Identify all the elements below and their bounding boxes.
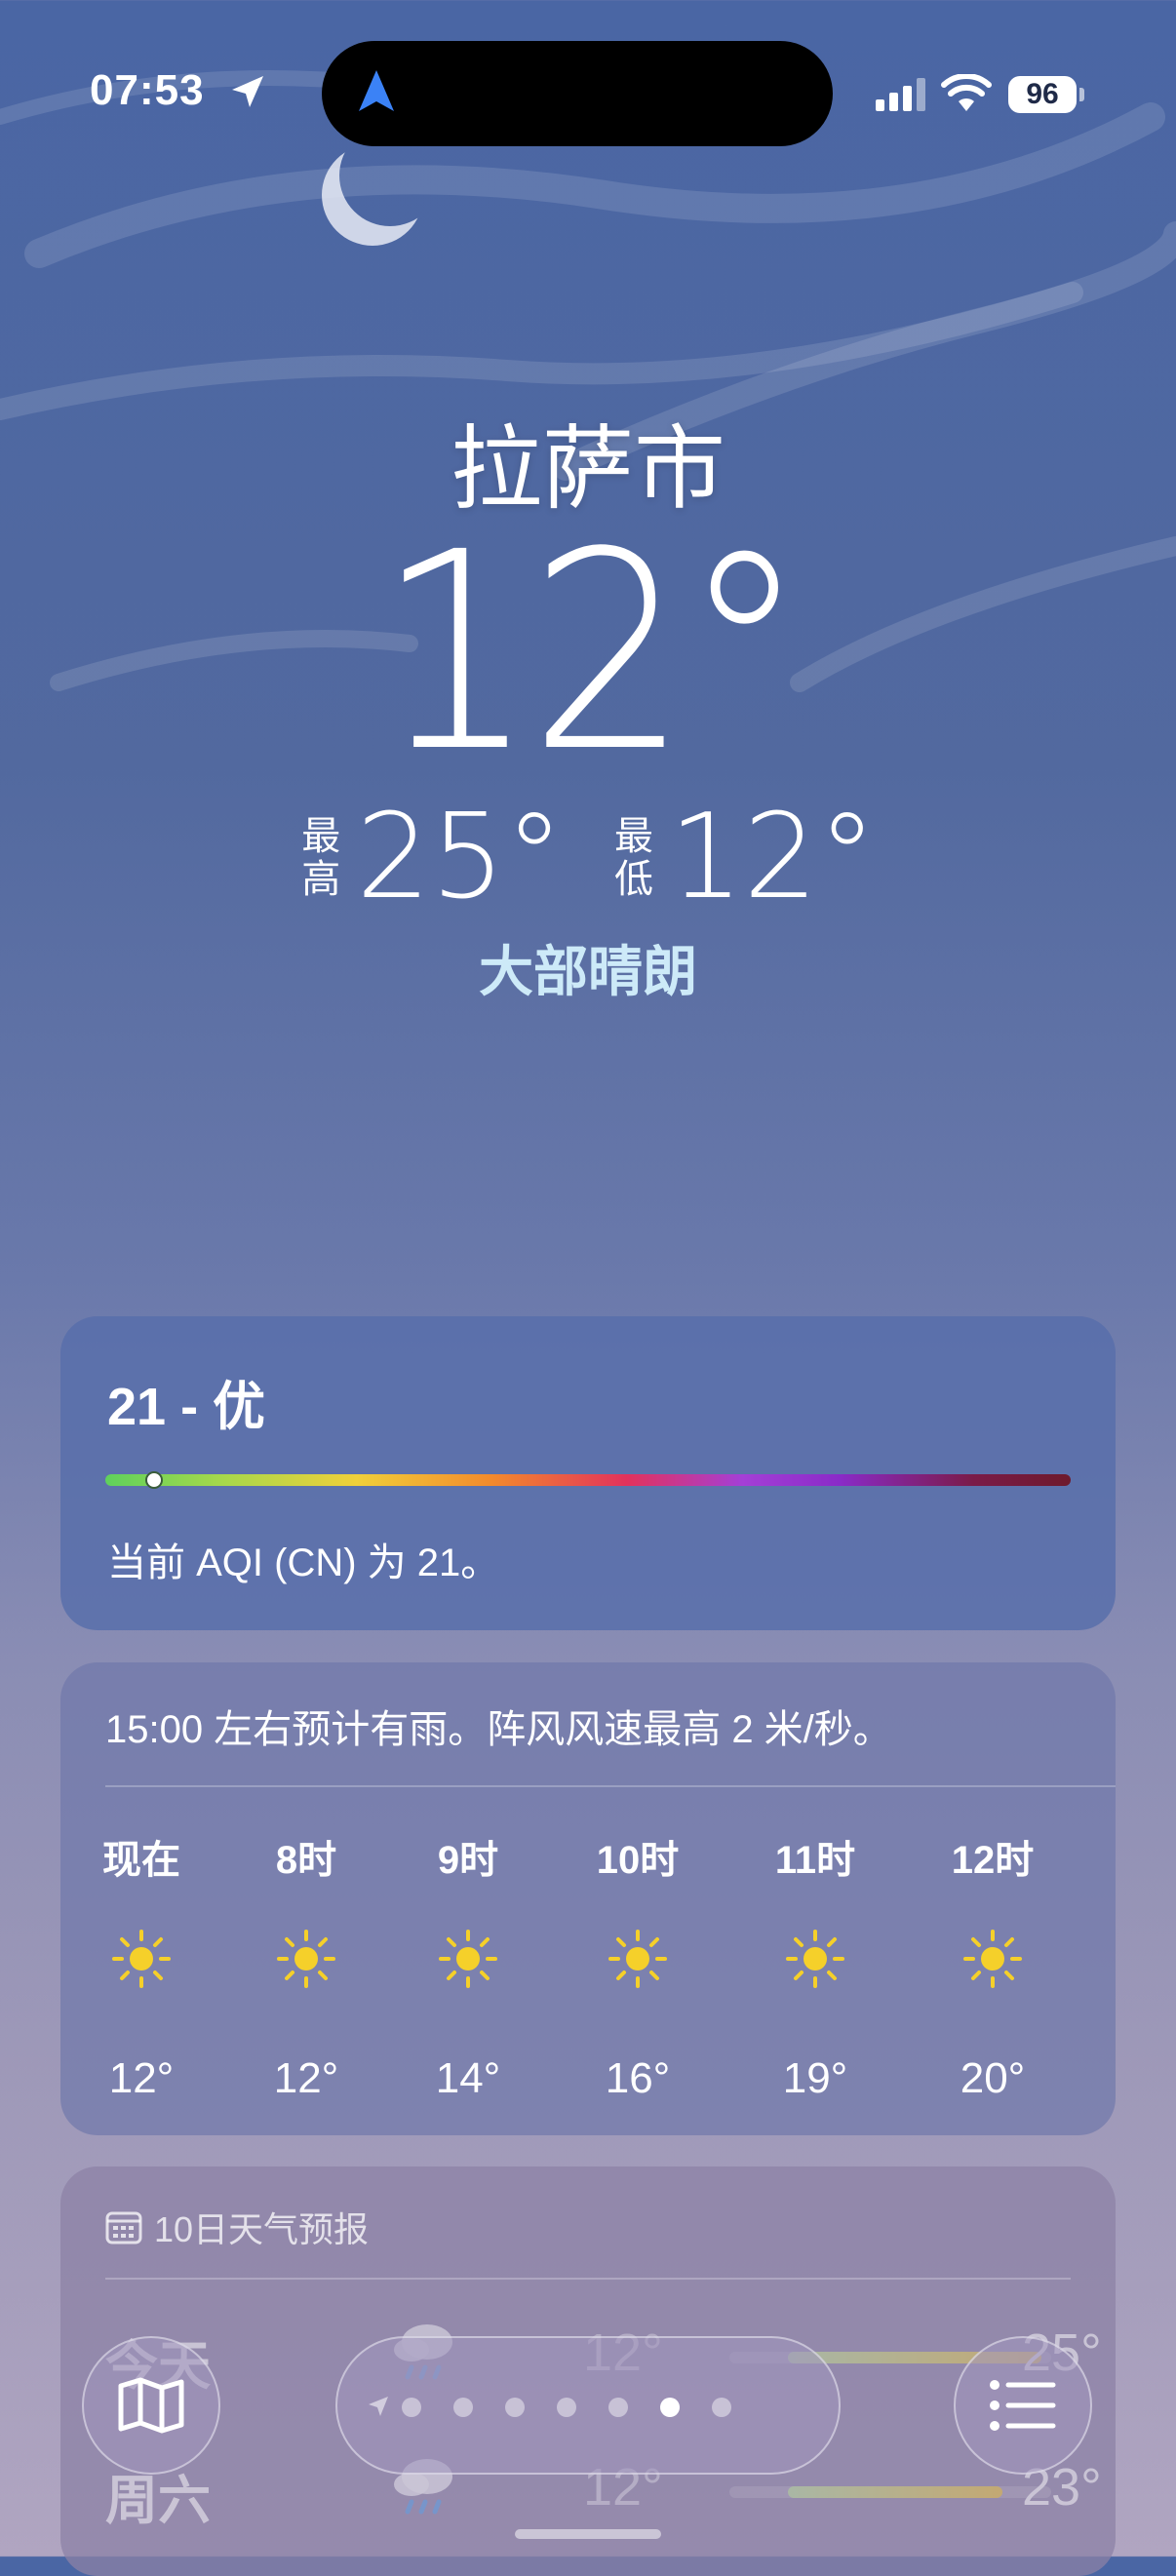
high-temp: 25° <box>356 790 564 925</box>
hour-temp: 16° <box>605 2054 671 2102</box>
hour-temp: 12° <box>108 2054 175 2102</box>
hour-label: 10时 <box>596 1839 680 1882</box>
page-indicator[interactable] <box>335 2336 841 2475</box>
page-dot[interactable] <box>402 2398 421 2417</box>
map-icon <box>118 2377 184 2434</box>
sun-icon <box>786 1930 844 1988</box>
aqi-card[interactable]: 21 - 优 当前 AQI (CN) 为 21。 <box>60 1316 1116 1630</box>
hour-temp: 14° <box>435 2054 501 2102</box>
sun-icon <box>608 1930 667 1988</box>
navigation-arrow-icon <box>359 70 394 111</box>
high-temp-group: 最 高 25° <box>299 800 564 917</box>
aqi-scale-bar <box>105 1471 1071 1489</box>
daily-header: 10日天气预报 <box>105 2202 369 2252</box>
cellular-signal-icon <box>876 78 925 111</box>
battery-indicator: 96 <box>1008 76 1077 113</box>
page-dot[interactable] <box>712 2398 731 2417</box>
low-temp: 12° <box>669 790 877 925</box>
sun-icon <box>963 1930 1022 1988</box>
page-dot[interactable] <box>608 2398 628 2417</box>
hour-label: 8时 <box>275 1839 337 1882</box>
location-page-icon <box>369 2397 388 2416</box>
page-dot[interactable] <box>453 2398 473 2417</box>
hour-temp: 20° <box>960 2054 1026 2102</box>
map-button[interactable] <box>82 2336 220 2475</box>
status-bar: 07:53 96 <box>0 0 1176 185</box>
aqi-title: 21 - 优 <box>107 1378 266 1436</box>
status-time: 07:53 <box>90 66 205 114</box>
page-dot[interactable] <box>557 2398 576 2417</box>
high-low-row: 最 高 25° 最 低 12° <box>0 800 1176 917</box>
hour-label: 9时 <box>437 1839 499 1882</box>
hour-label: 12时 <box>951 1839 1035 1882</box>
hourly-list[interactable]: 现在 12° 8时 12° 9时 14° 10时 16° 11时 19° 12时… <box>60 1662 1116 2135</box>
battery-nub <box>1079 88 1084 101</box>
low-label: 最 低 <box>614 815 653 901</box>
condition-text: 大部晴朗 <box>479 941 697 1002</box>
hour-temp: 12° <box>273 2054 339 2102</box>
current-temperature: 12° <box>375 494 807 812</box>
sun-icon <box>439 1930 497 1988</box>
daily-header-label: 10日天气预报 <box>154 2209 370 2249</box>
wifi-icon <box>941 74 992 111</box>
aqi-description: 当前 AQI (CN) 为 21。 <box>107 1542 500 1584</box>
list-icon <box>990 2380 1056 2431</box>
city-list-button[interactable] <box>954 2336 1092 2475</box>
aqi-indicator-dot <box>145 1471 163 1489</box>
page-dot[interactable] <box>505 2398 525 2417</box>
sun-icon <box>112 1930 171 1988</box>
hour-label: 11时 <box>774 1839 856 1882</box>
hour-label: 现在 <box>102 1839 180 1882</box>
sun-icon <box>277 1930 335 1988</box>
calendar-icon <box>105 2211 142 2244</box>
dynamic-island <box>322 41 833 146</box>
location-arrow-icon <box>232 76 263 107</box>
hourly-forecast-card[interactable]: 15:00 左右预计有雨。阵风风速最高 2 米/秒。 现在 12° 8时 12°… <box>60 1662 1116 2135</box>
page-dot-active[interactable] <box>660 2398 680 2417</box>
hour-temp: 19° <box>782 2054 848 2102</box>
temp-range-bar <box>729 2486 1051 2498</box>
low-temp-group: 最 低 12° <box>612 800 877 917</box>
crescent-moon-icon <box>322 144 421 246</box>
home-indicator <box>515 2529 661 2539</box>
temp-range-fill <box>788 2486 1002 2498</box>
high-label: 最 高 <box>301 815 341 901</box>
divider <box>105 2278 1071 2280</box>
